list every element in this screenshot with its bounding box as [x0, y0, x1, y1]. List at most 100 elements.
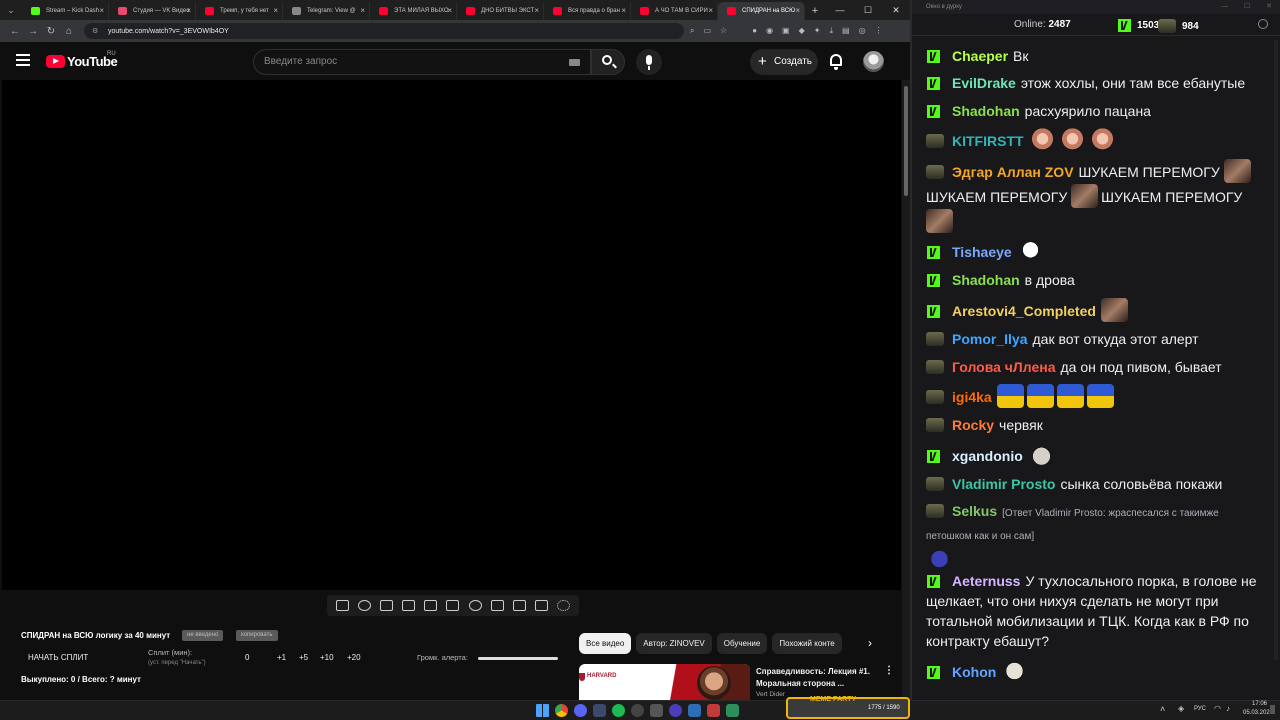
download-icon[interactable]: ⤓: [829, 26, 833, 36]
chip-all[interactable]: Все видео: [579, 633, 632, 654]
start-split-button[interactable]: НАЧАТЬ СПЛИТ: [28, 653, 88, 662]
tab-youtube-3[interactable]: ДНО БИТВЫ ЭКСТ ×: [457, 2, 544, 20]
language-indicator[interactable]: РУС: [1194, 706, 1206, 712]
close-tab-icon[interactable]: ×: [708, 2, 713, 20]
spotify-icon[interactable]: [612, 704, 625, 717]
chrome-icon[interactable]: [555, 704, 568, 717]
close-tab-icon[interactable]: ×: [621, 2, 626, 20]
extension-icon[interactable]: ▣: [782, 26, 790, 36]
app-icon[interactable]: [688, 704, 701, 717]
close-tab-icon[interactable]: ×: [99, 2, 104, 20]
guide-menu-icon[interactable]: [16, 54, 30, 66]
split-add-10-button[interactable]: +10: [320, 653, 334, 662]
meme-party-widget[interactable]: MEME PARTY 1775 / 1590: [786, 696, 910, 719]
notification-icon[interactable]: [1270, 705, 1275, 714]
close-tab-icon[interactable]: ×: [447, 2, 452, 20]
create-button[interactable]: + Создать: [750, 49, 818, 75]
chrome-menu-icon[interactable]: ⋮: [875, 26, 883, 36]
more-vert-icon[interactable]: ⋮: [884, 665, 894, 676]
speed-icon[interactable]: [468, 600, 482, 611]
keyboard-icon[interactable]: [569, 59, 580, 66]
playlist-icon[interactable]: [379, 600, 393, 611]
wifi-icon[interactable]: ◠: [1214, 704, 1221, 713]
split-add-1-button[interactable]: +1: [277, 653, 286, 662]
url-field[interactable]: ⚙ youtube.com/watch?v=_3EVOWIb4OY: [84, 23, 684, 39]
audio-icon[interactable]: [357, 600, 371, 611]
split-value-0[interactable]: 0: [245, 653, 249, 662]
screenshot-icon[interactable]: [512, 600, 526, 611]
chat-scrollbar[interactable]: [1274, 40, 1278, 660]
pip-icon[interactable]: [424, 600, 438, 611]
app-icon[interactable]: [574, 704, 587, 717]
tab-youtube-1[interactable]: Тремп, у тебя нет ×: [196, 2, 283, 20]
subtitles-icon[interactable]: [446, 600, 460, 611]
scrollbar-thumb[interactable]: [904, 86, 908, 196]
minimize-icon[interactable]: —: [826, 0, 854, 20]
split-add-20-button[interactable]: +20: [347, 653, 361, 662]
app-icon[interactable]: [669, 704, 682, 717]
home-icon[interactable]: ⌂: [60, 26, 78, 37]
tray-up-icon[interactable]: ˄: [1160, 704, 1165, 714]
site-info-icon[interactable]: ⚙: [92, 27, 102, 35]
split-add-5-button[interactable]: +5: [299, 653, 308, 662]
tab-active-youtube[interactable]: СПИДРАН на ВСЮ ×: [718, 2, 805, 20]
reload-icon[interactable]: ↻: [42, 26, 60, 37]
forward-icon[interactable]: →: [24, 26, 42, 37]
channel-name[interactable]: Vert Dider: [756, 691, 785, 698]
extension-icon[interactable]: ●: [752, 26, 757, 36]
tab-kick[interactable]: Stream – Kick Dash ×: [22, 2, 109, 20]
close-tab-icon[interactable]: ×: [795, 2, 800, 20]
tab-telegram[interactable]: Telegram: View @ ×: [283, 2, 370, 20]
add-icon[interactable]: [490, 600, 504, 611]
video-thumbnail[interactable]: HARVARD: [579, 664, 750, 700]
app-icon[interactable]: [631, 704, 644, 717]
copy-button[interactable]: копировать: [236, 630, 278, 641]
cast-icon[interactable]: ▭: [703, 26, 711, 36]
tab-vk[interactable]: Студия — VK Видео ×: [109, 2, 196, 20]
volume-icon[interactable]: ♪: [1226, 704, 1230, 713]
chip-related[interactable]: Похожий конте: [772, 633, 842, 654]
clock-time[interactable]: 17:06: [1252, 701, 1267, 707]
recommended-video[interactable]: HARVARD Справедливость: Лекция #1. Морал…: [579, 664, 899, 700]
clock-date[interactable]: 05.03.2026: [1243, 710, 1273, 716]
close-window-icon[interactable]: ✕: [882, 0, 910, 20]
close-tab-icon[interactable]: ×: [186, 2, 191, 20]
extensions-puzzle-icon[interactable]: ✦: [814, 26, 821, 36]
tab-youtube-5[interactable]: А ЧО ТАМ В СИРИ ×: [631, 2, 718, 20]
chip-education[interactable]: Обучение: [716, 633, 768, 654]
video-player[interactable]: [2, 80, 901, 590]
loop-icon[interactable]: [335, 600, 349, 611]
chevron-right-icon[interactable]: ›: [868, 636, 872, 650]
tab-search-icon[interactable]: ⌄: [0, 0, 22, 20]
app-icon[interactable]: [707, 704, 720, 717]
close-tab-icon[interactable]: ×: [273, 2, 278, 20]
avatar[interactable]: [863, 51, 884, 72]
maximize-icon[interactable]: ☐: [1244, 0, 1250, 14]
tab-youtube-2[interactable]: ЭТА МИЛАЯ ВЫХО ×: [370, 2, 457, 20]
voice-search-button[interactable]: [636, 49, 662, 75]
back-icon[interactable]: ←: [6, 26, 24, 37]
clip-icon[interactable]: [402, 600, 416, 611]
bookmark-star-icon[interactable]: ☆: [720, 26, 727, 36]
sidebar-icon[interactable]: ▤: [842, 26, 850, 36]
app-icon[interactable]: [593, 704, 606, 717]
extension-icon[interactable]: ◆: [799, 26, 805, 36]
flask-icon[interactable]: [535, 600, 549, 611]
app-icon[interactable]: [726, 704, 739, 717]
tray-network-icon[interactable]: ◈: [1178, 704, 1184, 713]
tab-youtube-4[interactable]: Вся правда о бран ×: [544, 2, 631, 20]
chip-author[interactable]: Автор: ZINOVEV: [636, 633, 712, 654]
close-tab-icon[interactable]: ×: [534, 2, 539, 20]
new-tab-button[interactable]: +: [805, 2, 825, 20]
close-window-icon[interactable]: ✕: [1266, 0, 1272, 14]
alert-volume-slider[interactable]: [478, 657, 558, 660]
close-tab-icon[interactable]: ×: [360, 2, 365, 20]
clock-icon[interactable]: [1258, 19, 1268, 29]
search-button[interactable]: [591, 49, 625, 75]
profile-icon[interactable]: ◎: [859, 26, 866, 36]
video-title[interactable]: Справедливость: Лекция #1. Моральная сто…: [756, 666, 881, 690]
minimize-icon[interactable]: —: [1221, 0, 1228, 14]
notifications-bell-icon[interactable]: [830, 54, 842, 70]
app-icon[interactable]: [650, 704, 663, 717]
extension-icon[interactable]: ◉: [766, 26, 773, 36]
